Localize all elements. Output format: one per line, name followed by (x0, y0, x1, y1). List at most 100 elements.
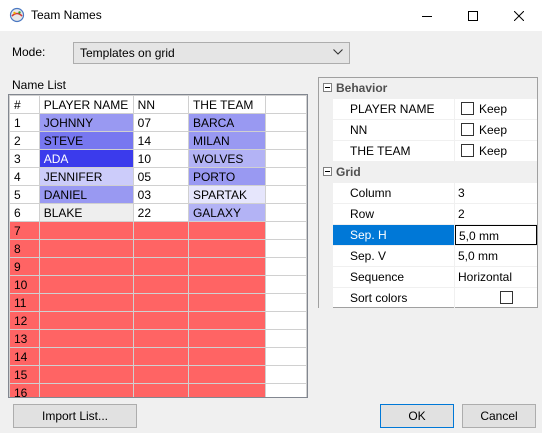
empty-cell[interactable] (38, 383, 134, 397)
row-number-cell[interactable]: 6 (9, 203, 40, 222)
team-cell[interactable]: PORTO (187, 167, 266, 186)
empty-row[interactable]: 10 (9, 275, 307, 294)
row-number-cell[interactable]: 9 (9, 257, 40, 276)
name-list-grid[interactable]: # PLAYER NAME NN THE TEAM 1 JOHNNY 07 BARCA… (8, 94, 308, 398)
property-value[interactable]: 5,0 mm (455, 246, 537, 266)
row-number-cell[interactable]: 3 (9, 149, 40, 168)
empty-cell[interactable] (38, 257, 134, 276)
property-name[interactable]: Sequence (333, 267, 455, 287)
property-value[interactable]: Keep (455, 99, 537, 119)
col-header-player-name[interactable]: PLAYER NAME (38, 95, 134, 114)
property-name[interactable]: Sep. V (333, 246, 455, 266)
player-name-cell[interactable]: JENNIFER (38, 167, 134, 186)
property-value[interactable]: Keep (455, 141, 537, 161)
property-value[interactable] (455, 288, 537, 308)
property-value[interactable]: 5,0 mm (455, 225, 537, 245)
empty-cell[interactable] (187, 221, 266, 240)
row-number-cell[interactable]: 13 (9, 329, 40, 348)
empty-cell[interactable] (38, 347, 134, 366)
table-row[interactable]: 3 ADA 10 WOLVES (9, 149, 307, 168)
empty-cell[interactable] (132, 275, 189, 294)
nn-cell[interactable]: 14 (132, 131, 189, 150)
empty-cell[interactable] (38, 221, 134, 240)
property-value[interactable]: Horizontal (455, 267, 537, 287)
empty-cell[interactable] (187, 257, 266, 276)
empty-cell[interactable] (132, 239, 189, 258)
empty-cell[interactable] (187, 329, 266, 348)
empty-cell[interactable] (187, 239, 266, 258)
property-value[interactable]: 2 (455, 204, 537, 224)
empty-row[interactable]: 15 (9, 365, 307, 384)
property-name[interactable]: Sort colors (333, 288, 455, 308)
team-cell[interactable]: MILAN (187, 131, 266, 150)
team-cell[interactable]: SPARTAK (187, 185, 266, 204)
empty-cell[interactable] (132, 347, 189, 366)
nn-cell[interactable]: 07 (132, 113, 189, 132)
empty-cell[interactable] (132, 221, 189, 240)
table-row[interactable]: 4 JENNIFER 05 PORTO (9, 167, 307, 186)
empty-cell[interactable] (187, 383, 266, 397)
cancel-button[interactable]: Cancel (462, 404, 536, 428)
empty-row[interactable]: 7 (9, 221, 307, 240)
row-number-cell[interactable]: 10 (9, 275, 40, 294)
row-number-cell[interactable]: 5 (9, 185, 40, 204)
col-header-nn[interactable]: NN (132, 95, 189, 114)
team-cell[interactable]: BARCA (187, 113, 266, 132)
property-row[interactable]: Column 3 (333, 183, 537, 204)
keep-checkbox[interactable] (461, 102, 474, 115)
player-name-cell[interactable]: BLAKE (38, 203, 134, 222)
property-row[interactable]: Sep. V 5,0 mm (333, 246, 537, 267)
property-name[interactable]: Column (333, 183, 455, 203)
row-number-cell[interactable]: 4 (9, 167, 40, 186)
player-name-cell[interactable]: JOHNNY (38, 113, 134, 132)
empty-row[interactable]: 16 (9, 383, 307, 397)
col-header-num[interactable]: # (9, 95, 40, 114)
keep-checkbox[interactable] (461, 123, 474, 136)
row-number-cell[interactable]: 15 (9, 365, 40, 384)
grid-category[interactable]: Grid (319, 162, 537, 183)
table-row[interactable]: 1 JOHNNY 07 BARCA (9, 113, 307, 132)
empty-cell[interactable] (187, 293, 266, 312)
empty-cell[interactable] (38, 239, 134, 258)
table-row[interactable]: 5 DANIEL 03 SPARTAK (9, 185, 307, 204)
property-row[interactable]: PLAYER NAME Keep (333, 99, 537, 120)
player-name-cell[interactable]: ADA (38, 149, 134, 168)
empty-row[interactable]: 14 (9, 347, 307, 366)
keep-checkbox[interactable] (461, 144, 474, 157)
player-name-cell[interactable]: STEVE (38, 131, 134, 150)
property-row[interactable]: Sep. H 5,0 mm (333, 225, 537, 246)
property-row[interactable]: Row 2 (333, 204, 537, 225)
row-number-cell[interactable]: 8 (9, 239, 40, 258)
empty-row[interactable]: 11 (9, 293, 307, 312)
row-number-cell[interactable]: 1 (9, 113, 40, 132)
import-list-button[interactable]: Import List... (13, 404, 137, 428)
team-cell[interactable]: GALAXY (187, 203, 266, 222)
empty-row[interactable]: 8 (9, 239, 307, 258)
ok-button[interactable]: OK (380, 404, 454, 428)
empty-row[interactable]: 12 (9, 311, 307, 330)
empty-cell[interactable] (132, 383, 189, 397)
empty-cell[interactable] (38, 275, 134, 294)
property-grid[interactable]: Behavior PLAYER NAME Keep NN Keep THE TEAM Ke… (318, 77, 538, 309)
property-name[interactable]: NN (333, 120, 455, 140)
nn-cell[interactable]: 03 (132, 185, 189, 204)
empty-cell[interactable] (38, 293, 134, 312)
empty-cell[interactable] (38, 329, 134, 348)
property-value[interactable]: Keep (455, 120, 537, 140)
player-name-cell[interactable]: DANIEL (38, 185, 134, 204)
row-number-cell[interactable]: 2 (9, 131, 40, 150)
row-number-cell[interactable]: 11 (9, 293, 40, 312)
empty-cell[interactable] (132, 311, 189, 330)
collapse-icon[interactable] (323, 83, 332, 92)
row-number-cell[interactable]: 12 (9, 311, 40, 330)
empty-cell[interactable] (187, 365, 266, 384)
property-value[interactable]: 3 (455, 183, 537, 203)
nn-cell[interactable]: 10 (132, 149, 189, 168)
empty-cell[interactable] (187, 275, 266, 294)
empty-cell[interactable] (132, 365, 189, 384)
empty-row[interactable]: 13 (9, 329, 307, 348)
sort-colors-checkbox[interactable] (500, 291, 513, 304)
empty-row[interactable]: 9 (9, 257, 307, 276)
property-row[interactable]: THE TEAM Keep (333, 141, 537, 162)
collapse-icon[interactable] (323, 167, 332, 176)
